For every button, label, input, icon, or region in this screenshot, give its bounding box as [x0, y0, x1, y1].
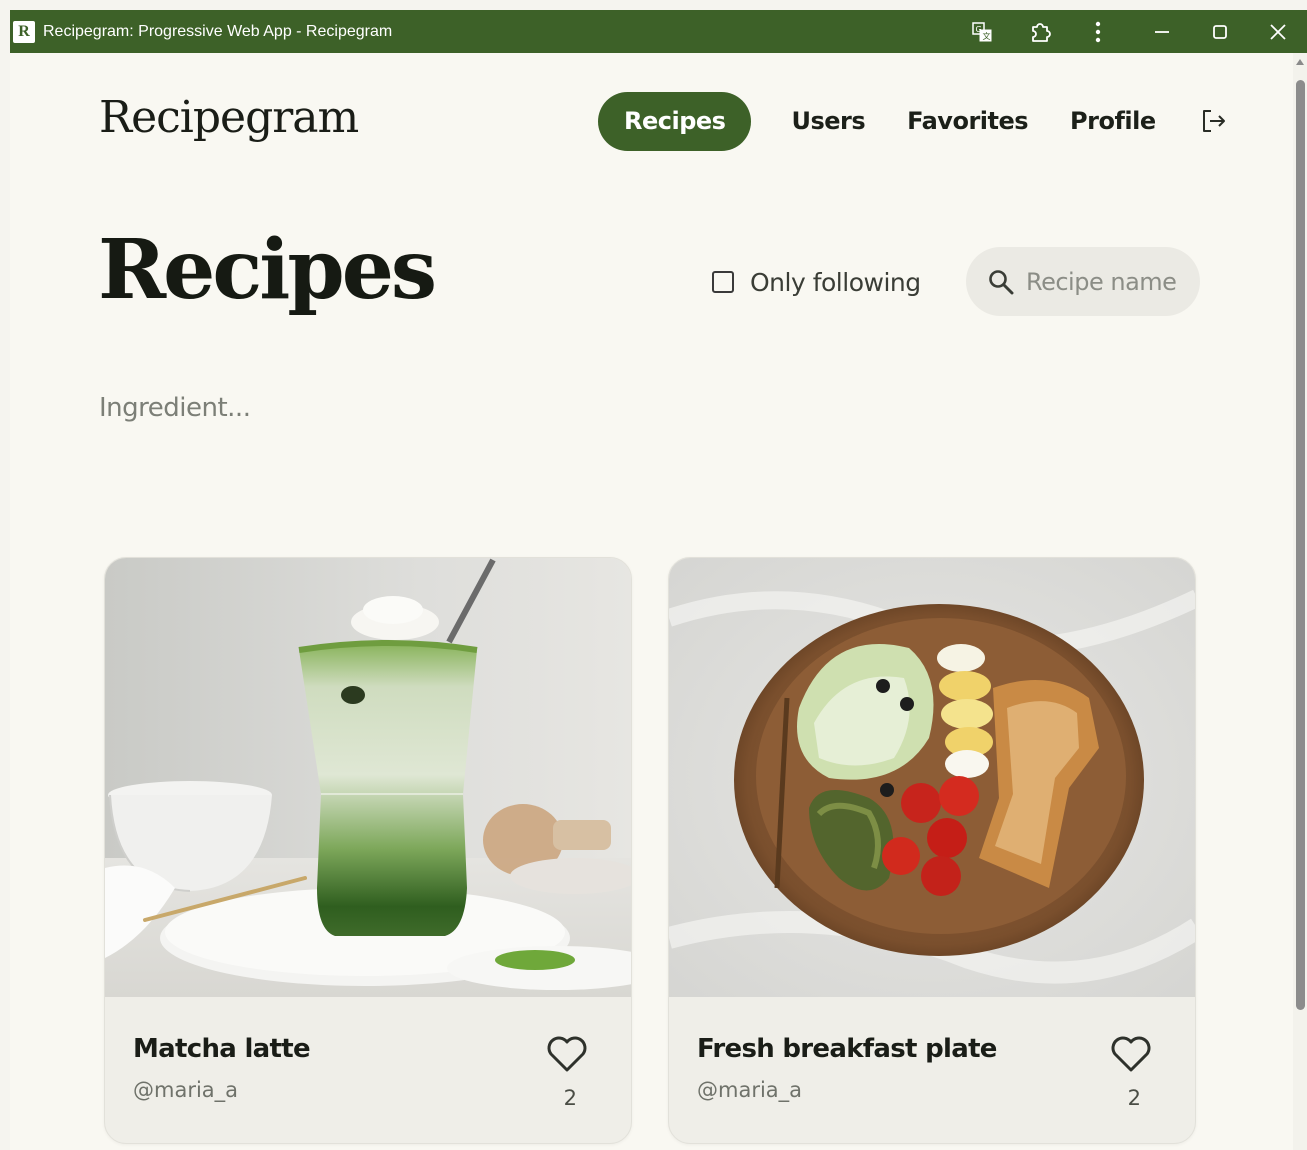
scrollbar-thumb[interactable] — [1296, 80, 1305, 1010]
recipe-search-box[interactable] — [966, 247, 1200, 316]
only-following-label: Only following — [750, 267, 921, 297]
more-icon — [1095, 21, 1101, 42]
only-following-toggle[interactable]: Only following — [712, 264, 921, 300]
window-title: Recipegram: Progressive Web App - Recipe… — [43, 22, 393, 40]
maximize-button[interactable] — [1191, 10, 1249, 53]
logout-icon — [1202, 110, 1225, 132]
svg-text:G: G — [976, 25, 982, 34]
nav-favorites[interactable]: Favorites — [907, 107, 1028, 135]
nav-profile[interactable]: Profile — [1070, 107, 1156, 135]
nav-recipes[interactable]: Recipes — [598, 91, 752, 151]
minimize-button[interactable] — [1133, 10, 1191, 53]
heart-icon — [547, 1036, 587, 1072]
search-icon — [989, 269, 1014, 294]
site-logo[interactable]: Recipegram — [99, 92, 359, 143]
favorite-button[interactable] — [545, 1034, 589, 1074]
recipe-title[interactable]: Fresh breakfast plate — [697, 1034, 997, 1064]
heart-icon — [1111, 1036, 1151, 1072]
close-button[interactable] — [1249, 10, 1307, 53]
main-nav: Recipes Users Favorites Profile — [598, 91, 1228, 151]
translate-icon: G 文 — [972, 21, 992, 41]
favorite-button[interactable] — [1109, 1034, 1153, 1074]
window-controls: G 文 — [953, 10, 1307, 53]
nav-users[interactable]: Users — [791, 107, 865, 135]
recipe-name-input[interactable] — [1026, 267, 1186, 296]
scroll-up-arrow-icon[interactable] — [1296, 59, 1304, 65]
like-count: 2 — [563, 1086, 577, 1110]
only-following-checkbox[interactable] — [712, 271, 734, 293]
extensions-icon — [1032, 22, 1051, 42]
minimize-icon — [1155, 30, 1169, 33]
recipe-author[interactable]: @maria_a — [697, 1078, 802, 1102]
logout-button[interactable] — [1198, 106, 1228, 136]
recipe-title[interactable]: Matcha latte — [133, 1034, 311, 1064]
maximize-icon — [1213, 24, 1227, 39]
ingredient-input[interactable] — [99, 388, 499, 428]
svg-text:文: 文 — [983, 31, 991, 41]
translate-button[interactable]: G 文 — [953, 10, 1011, 53]
recipe-author[interactable]: @maria_a — [133, 1078, 238, 1102]
app-icon: R — [13, 20, 35, 43]
page-title: Recipes — [98, 222, 437, 318]
recipe-image-matcha-latte[interactable] — [105, 558, 631, 997]
recipe-card[interactable]: Fresh breakfast plate @maria_a 2 — [668, 557, 1196, 1144]
more-button[interactable] — [1069, 10, 1127, 53]
app-window: R Recipegram: Progressive Web App - Reci… — [10, 10, 1307, 1150]
close-icon — [1270, 23, 1286, 40]
like-count: 2 — [1127, 1086, 1141, 1110]
extensions-button[interactable] — [1011, 10, 1069, 53]
window-titlebar: R Recipegram: Progressive Web App - Reci… — [10, 10, 1307, 53]
recipe-card[interactable]: Matcha latte @maria_a 2 — [104, 557, 632, 1144]
recipe-image-fresh-breakfast-plate[interactable] — [669, 558, 1195, 997]
